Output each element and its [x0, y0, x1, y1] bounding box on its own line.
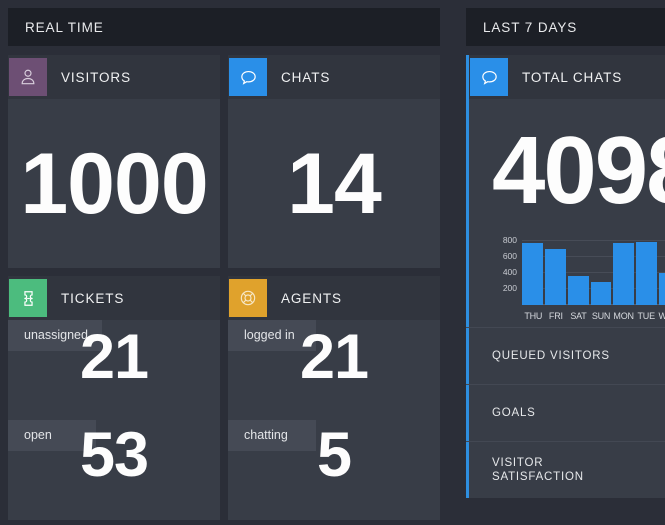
tile-visitors-title: VISITORS — [61, 69, 131, 85]
chart-y-tick: 400 — [502, 267, 517, 278]
chart-bar — [522, 243, 543, 305]
metric-label-visitor-satisfaction: VISITOR SATISFACTION — [492, 456, 584, 483]
chart-y-tick: 800 — [502, 235, 517, 246]
chart-x-label: TUE — [637, 311, 655, 321]
chats-value: 14 — [287, 135, 382, 232]
tile-chats-title: CHATS — [281, 69, 331, 85]
total-chats-title: TOTAL CHATS — [522, 69, 623, 85]
metric-label-goals: GOALS — [492, 406, 536, 419]
tile-visitors[interactable]: VISITORS 1000 — [8, 55, 220, 268]
agents-chatting-value: 5 — [316, 420, 352, 490]
speech-bubble-icon — [229, 58, 267, 96]
tile-chats-header: CHATS — [228, 55, 440, 99]
lifebuoy-icon — [229, 279, 267, 317]
tickets-row-unassigned: unassigned 21 — [8, 320, 220, 420]
tickets-open-value: 53 — [79, 420, 149, 490]
chart-bar — [567, 275, 589, 305]
chart-bars — [522, 235, 665, 305]
last7days-section-title: LAST 7 DAYS — [466, 8, 665, 46]
chart-plot-area: 200 400 600 800 — [503, 235, 665, 305]
chart-bar — [544, 249, 566, 305]
metric-row-visitor-satisfaction[interactable]: VISITOR SATISFACTION 91% — [466, 441, 665, 498]
chart-x-label: THU — [524, 311, 543, 321]
tile-agents-header: AGENTS — [228, 276, 440, 320]
agents-row-chatting: chatting 5 — [228, 420, 440, 520]
tile-chats[interactable]: CHATS 14 — [228, 55, 440, 268]
chart-x-label: FRI — [548, 311, 563, 321]
chart-y-tick: 600 — [502, 251, 517, 262]
person-icon — [9, 58, 47, 96]
total-chats-card[interactable]: TOTAL CHATS 4098 200 400 600 800 THU FRI SAT S… — [466, 55, 665, 498]
tickets-unassigned-value: 21 — [79, 322, 149, 392]
total-chats-header: TOTAL CHATS — [466, 55, 665, 99]
metric-row-goals[interactable]: GOALS 0 — [466, 384, 665, 441]
agents-logged-in-value: 21 — [299, 322, 369, 392]
chart-x-label: MON — [613, 311, 634, 321]
last7days-column: LAST 7 DAYS TOTAL CHATS 4098 200 400 600 80… — [466, 8, 665, 498]
agents-row-logged-in: logged in 21 — [228, 320, 440, 420]
tickets-row-open: open 53 — [8, 420, 220, 520]
chart-bar — [659, 272, 665, 305]
chart-x-axis-labels: THU FRI SAT SUNMONTUEWED — [522, 311, 665, 321]
chart-x-label: SUN — [591, 311, 611, 321]
tile-agents[interactable]: AGENTS logged in 21 chatting 5 — [228, 276, 440, 520]
chart-y-tick: 200 — [502, 283, 517, 294]
total-chats-value: 4098 — [492, 117, 665, 224]
chart-bar — [590, 281, 612, 305]
total-chats-chart: 200 400 600 800 THU FRI SAT SUNMONTUEWED — [466, 233, 665, 327]
realtime-section-title: REAL TIME — [8, 8, 440, 46]
ticket-icon — [9, 279, 47, 317]
chart-x-label: WED — [658, 311, 665, 321]
chart-bar — [613, 242, 635, 305]
tile-tickets[interactable]: TICKETS unassigned 21 open 53 — [8, 276, 220, 520]
dashboard: REAL TIME VISITORS 1000 CHATS 14 TICKETS… — [0, 0, 665, 525]
chart-bar — [636, 242, 658, 305]
realtime-column: REAL TIME VISITORS 1000 CHATS 14 TICKETS… — [8, 8, 440, 520]
tile-tickets-title: TICKETS — [61, 290, 125, 306]
tile-visitors-header: VISITORS — [8, 55, 220, 99]
realtime-tile-grid: VISITORS 1000 CHATS 14 TICKETS unassigne… — [8, 55, 440, 520]
tile-tickets-header: TICKETS — [8, 276, 220, 320]
chart-x-label: SAT — [570, 311, 587, 321]
visitors-value: 1000 — [20, 135, 208, 232]
metric-label-queued-visitors: QUEUED VISITORS — [492, 349, 610, 362]
tile-agents-title: AGENTS — [281, 290, 342, 306]
metric-row-queued-visitors[interactable]: QUEUED VISITORS 41 — [466, 327, 665, 384]
speech-bubble-icon — [470, 58, 508, 96]
